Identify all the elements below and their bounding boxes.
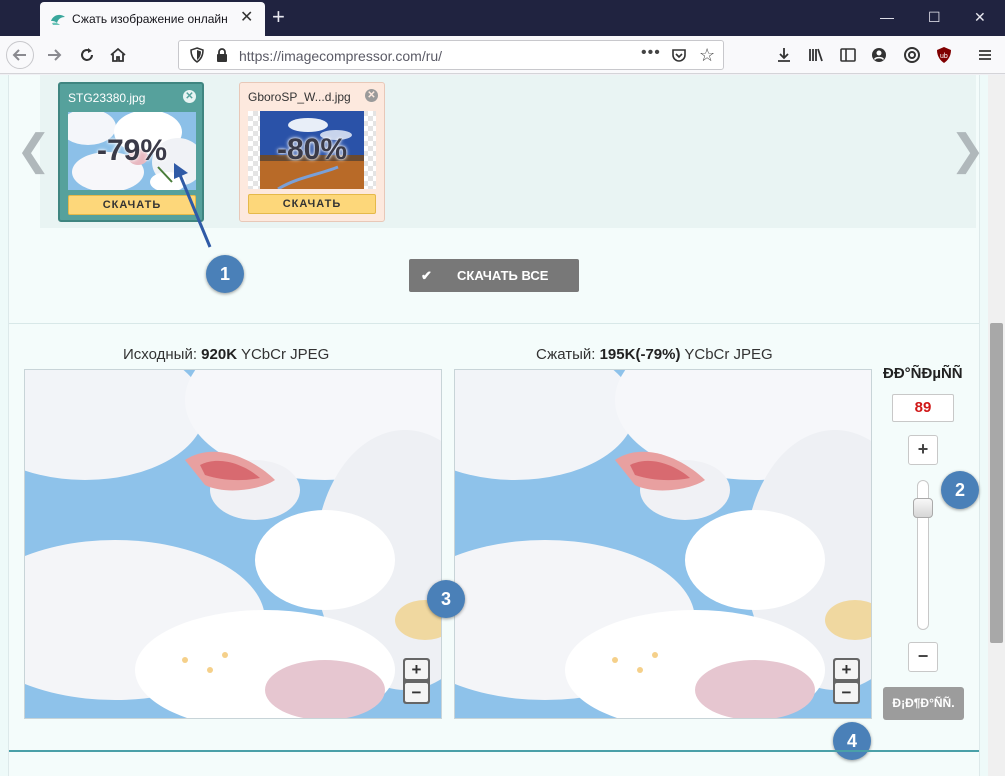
vertical-scrollbar[interactable] [988, 75, 1005, 776]
browser-tab[interactable]: Сжать изображение онлайн ✕ [40, 2, 265, 36]
file-name: GboroSP_W...d.jpg [248, 90, 351, 104]
file-name: STG23380.jpg [68, 91, 146, 105]
original-format: YCbCr JPEG [240, 346, 330, 363]
carousel-next-icon[interactable]: ❯ [950, 127, 985, 173]
original-image-viewer[interactable]: + − [24, 369, 442, 719]
section-divider [9, 323, 979, 324]
compression-percentage: -80% [276, 133, 348, 166]
check-icon: ✔ [421, 268, 432, 283]
page-viewport: ❮ ❯ STG23380.jpg ✕ -79% СКАЧАТЬ GboroSP_… [0, 75, 988, 776]
window-close-icon[interactable]: ✕ [974, 8, 986, 26]
zoom-in-button[interactable]: + [405, 660, 428, 679]
home-icon[interactable] [105, 43, 131, 67]
hamburger-menu-icon[interactable] [975, 45, 995, 65]
browser-tab-bar: Сжать изображение онлайн ✕ + — ☐ ✕ [0, 0, 1005, 36]
compression-percentage: -79% [96, 134, 168, 167]
back-arrow-icon[interactable] [7, 43, 33, 67]
navigation-toolbar: https://imagecompressor.com/ru/ ••• ☆ ub… [0, 36, 1005, 86]
quality-decrease-button[interactable]: − [908, 642, 938, 672]
original-size: 920K [201, 346, 238, 363]
download-file-button[interactable]: СКАЧАТЬ [248, 194, 376, 214]
pocket-icon[interactable] [671, 47, 687, 63]
remove-file-icon[interactable]: ✕ [183, 90, 196, 103]
page-actions-menu-icon[interactable]: ••• [641, 44, 661, 62]
original-label: Исходный: [123, 346, 197, 363]
forward-arrow-icon[interactable] [41, 43, 67, 67]
new-tab-icon[interactable]: + [272, 5, 285, 29]
file-card[interactable]: GboroSP_W...d.jpg ✕ -80% СКАЧАТЬ [239, 82, 385, 222]
minimize-icon[interactable]: — [880, 8, 894, 26]
annotation-marker: 1 [206, 255, 244, 293]
original-caption: Исходный: 920K YCbCr JPEG [123, 346, 329, 363]
bookmark-star-icon[interactable]: ☆ [699, 45, 715, 65]
maximize-icon[interactable]: ☐ [928, 8, 941, 26]
file-card-selected[interactable]: STG23380.jpg ✕ -79% СКАЧАТЬ [58, 82, 204, 222]
zoom-controls: + − [403, 658, 430, 704]
quality-label: ÐÐ°ÑÐµÑÑ [883, 365, 963, 382]
file-thumbnail[interactable]: -79% [68, 112, 196, 190]
zoom-in-button[interactable]: + [835, 660, 858, 679]
quality-value-input[interactable]: 89 [892, 394, 954, 422]
reload-icon[interactable] [74, 43, 100, 67]
zoom-out-button[interactable]: − [835, 683, 858, 702]
ublock-origin-icon[interactable]: ub [934, 45, 954, 65]
download-file-button[interactable]: СКАЧАТЬ [68, 195, 196, 215]
remove-file-icon[interactable]: ✕ [365, 89, 378, 102]
library-icon[interactable] [806, 45, 826, 65]
download-all-label: СКАЧАТЬ ВСЕ [457, 268, 549, 283]
file-thumbnail[interactable]: -80% [248, 111, 376, 189]
download-all-button[interactable]: ✔ СКАЧАТЬ ВСЕ [409, 259, 579, 292]
section-bottom-border [9, 750, 979, 752]
annotation-marker: 2 [941, 471, 979, 509]
compressed-label: Сжатый: [536, 346, 596, 363]
downloads-icon[interactable] [774, 45, 794, 65]
site-favicon-icon [51, 14, 65, 25]
scrollbar-thumb[interactable] [990, 323, 1003, 643]
carousel-prev-icon[interactable]: ❮ [16, 127, 51, 173]
account-icon[interactable] [869, 45, 889, 65]
lock-icon[interactable] [215, 47, 229, 63]
zoom-controls: + − [833, 658, 860, 704]
compressed-caption: Сжатый: 195K(-79%) YCbCr JPEG [536, 346, 773, 363]
apply-compression-button[interactable]: Ð¡Ð¶Ð°ÑÑ. [883, 687, 964, 720]
annotation-marker: 4 [833, 722, 871, 760]
annotation-marker: 3 [427, 580, 465, 618]
svg-text:ub: ub [940, 53, 948, 60]
url-bar[interactable]: https://imagecompressor.com/ru/ ••• ☆ [178, 40, 724, 70]
tab-title: Сжать изображение онлайн [72, 12, 228, 26]
close-tab-icon[interactable]: ✕ [240, 9, 253, 27]
url-text[interactable]: https://imagecompressor.com/ru/ [239, 48, 442, 64]
quality-increase-button[interactable]: + [908, 435, 938, 465]
sync-extension-icon[interactable] [902, 45, 922, 65]
tracking-protection-shield-icon[interactable] [189, 47, 205, 63]
zoom-out-button[interactable]: − [405, 683, 428, 702]
sidebar-icon[interactable] [838, 45, 858, 65]
compressed-size: 195K(-79%) [599, 346, 681, 363]
quality-slider-handle[interactable] [913, 498, 933, 519]
compressed-image [455, 370, 871, 718]
compressed-format: YCbCr JPEG [684, 346, 773, 363]
compressed-image-viewer[interactable]: + − [454, 369, 872, 719]
original-image [25, 370, 441, 718]
